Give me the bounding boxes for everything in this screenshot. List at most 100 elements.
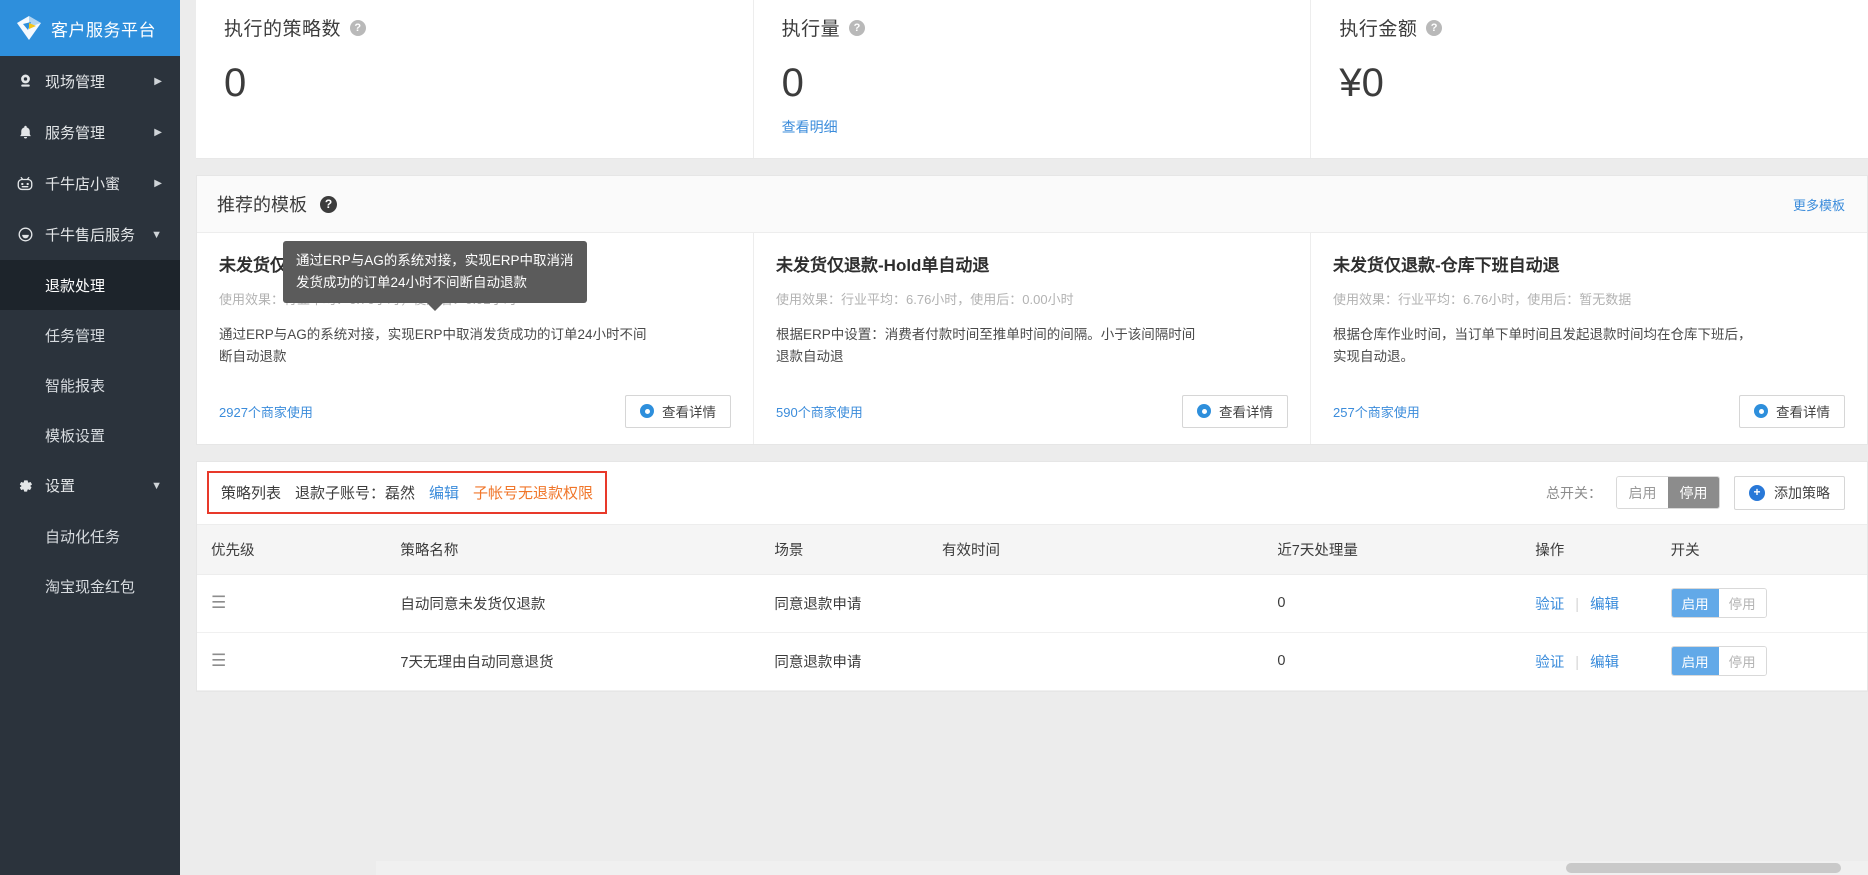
view-detail-button[interactable]: 查看详情	[625, 394, 731, 428]
stat-value: 0	[224, 61, 247, 105]
row-switch-disable[interactable]: 停用	[1718, 589, 1766, 618]
table-header-row: 优先级 策略名称 场景 有效时间 近7天处理量 操作 开关	[197, 523, 1867, 575]
app-root: 客户服务平台 现场管理 ▶ 服务管理 ▶ 千牛店小蜜 ▶ 千牛售后服务 ▼ 退款…	[0, 0, 1868, 875]
stat-title: 执行量	[781, 19, 841, 40]
master-switch-disable[interactable]: 停用	[1668, 477, 1719, 509]
more-templates-link[interactable]: 更多模板	[1793, 195, 1845, 214]
tooltip-line-1: 通过ERP与AG的系统对接，实现ERP中取消消	[296, 253, 574, 268]
verify-link[interactable]: 验证	[1535, 655, 1564, 671]
column-header-valid-time: 有效时间	[932, 523, 1268, 575]
row-switch-enable[interactable]: 启用	[1671, 589, 1719, 618]
sidebar-item-site-management[interactable]: 现场管理 ▶	[0, 56, 180, 107]
sidebar-item-label: 设置	[45, 478, 76, 495]
shield-icon	[15, 225, 35, 245]
template-card[interactable]: 未发货仅退款-Hold单自动退 使用效果：行业平均：6.76小时，使用后：0.0…	[753, 233, 1310, 444]
cell-scene: 同意退款申请	[764, 574, 933, 633]
strategy-list-header-highlight: 策略列表 退款子账号：磊然 编辑 子帐号无退款权限	[207, 471, 608, 515]
user-circle-icon	[15, 72, 35, 92]
template-users-count[interactable]: 257个商家使用	[1333, 402, 1420, 421]
strategy-list-panel: 策略列表 退款子账号：磊然 编辑 子帐号无退款权限 总开关： 启用 停用 + 添…	[196, 460, 1868, 692]
chevron-down-icon: ▼	[151, 479, 162, 492]
template-users-count[interactable]: 590个商家使用	[776, 402, 863, 421]
horizontal-scrollbar[interactable]	[376, 861, 1868, 875]
column-header-priority: 优先级	[197, 523, 391, 575]
edit-subaccount-link[interactable]: 编辑	[429, 482, 459, 503]
strategy-table-head: 优先级 策略名称 场景 有效时间 近7天处理量 操作 开关	[197, 523, 1867, 575]
master-switch-enable[interactable]: 启用	[1617, 477, 1668, 509]
sidebar-subitem-label: 淘宝现金红包	[45, 578, 136, 596]
cell-strategy-name: 自动同意未发货仅退款	[390, 574, 765, 633]
sidebar-item-qianniu-xiaomi[interactable]: 千牛店小蜜 ▶	[0, 158, 180, 209]
help-icon[interactable]: ?	[849, 19, 866, 36]
sidebar-subitem-task-management[interactable]: 任务管理	[0, 310, 180, 360]
chevron-right-icon: ▶	[154, 127, 162, 138]
sidebar: 客户服务平台 现场管理 ▶ 服务管理 ▶ 千牛店小蜜 ▶ 千牛售后服务 ▼ 退款…	[0, 0, 180, 875]
add-strategy-button[interactable]: + 添加策略	[1734, 475, 1845, 510]
row-switch-enable[interactable]: 启用	[1671, 647, 1719, 676]
stat-card-execution-amount: 执行金额 ? ¥0	[1310, 0, 1868, 158]
sidebar-item-label: 千牛售后服务	[45, 227, 136, 244]
table-row: ☰ 7天无理由自动同意退货 同意退款申请 0 验证 | 编辑 启用 停用	[197, 632, 1867, 691]
drag-handle-icon[interactable]: ☰	[211, 651, 226, 670]
view-detail-label: 查看详情	[1776, 405, 1830, 421]
template-footer: 590个商家使用 查看详情	[776, 369, 1288, 428]
bell-icon	[15, 123, 35, 143]
view-detail-button[interactable]: 查看详情	[1739, 394, 1845, 428]
column-header-name: 策略名称	[390, 523, 765, 575]
operations-separator: |	[1575, 654, 1580, 671]
cell-scene: 同意退款申请	[764, 632, 933, 691]
sidebar-subitem-refund-processing[interactable]: 退款处理	[0, 260, 180, 310]
sidebar-subitem-template-settings[interactable]: 模板设置	[0, 410, 180, 460]
stat-card-executed-strategies: 执行的策略数 ? 0	[196, 0, 753, 158]
sidebar-subitem-label: 自动化任务	[45, 528, 121, 546]
cell-strategy-name: 7天无理由自动同意退货	[390, 632, 765, 691]
strategy-table-body: ☰ 自动同意未发货仅退款 同意退款申请 0 验证 | 编辑 启用 停用 ☰ 7天…	[197, 574, 1867, 691]
cell-operations: 验证 | 编辑	[1525, 574, 1661, 633]
template-card[interactable]: 未发货仅退款-仓库下班自动退 使用效果：行业平均：6.76小时，使用后：暂无数据…	[1310, 233, 1867, 444]
template-description: 通过ERP与AG的系统对接，实现ERP中取消发货成功的订单24小时不间断自动退款	[219, 327, 647, 365]
edit-link[interactable]: 编辑	[1590, 597, 1619, 613]
help-icon[interactable]: ?	[320, 195, 337, 213]
template-card[interactable]: 未发货仅退款-ERP取消发货自动退 使用效果：行业平均：6.76小时，使用后：0…	[197, 233, 753, 444]
sidebar-subitem-smart-report[interactable]: 智能报表	[0, 360, 180, 410]
template-effect: 使用效果：行业平均：6.76小时，使用后：暂无数据	[1333, 292, 1632, 307]
cell-volume: 0	[1267, 632, 1526, 691]
help-icon[interactable]: ?	[1426, 19, 1443, 36]
sidebar-item-service-management[interactable]: 服务管理 ▶	[0, 107, 180, 158]
sidebar-item-label: 服务管理	[45, 125, 106, 142]
sidebar-subitem-label: 退款处理	[45, 277, 106, 295]
help-icon[interactable]: ?	[350, 19, 367, 36]
template-name: 未发货仅退款-Hold单自动退	[776, 256, 990, 275]
refund-subaccount-label: 退款子账号：磊然	[295, 485, 416, 503]
sidebar-subitem-label: 智能报表	[45, 377, 106, 395]
edit-link[interactable]: 编辑	[1590, 655, 1619, 671]
template-footer: 257个商家使用 查看详情	[1333, 369, 1845, 428]
template-users-count[interactable]: 2927个商家使用	[219, 402, 313, 421]
template-footer: 2927个商家使用 查看详情	[219, 369, 731, 428]
templates-title: 推荐的模板	[217, 195, 307, 215]
sidebar-subitem-automation-task[interactable]: 自动化任务	[0, 511, 180, 561]
eye-icon	[640, 404, 654, 419]
sidebar-item-qianniu-aftersales[interactable]: 千牛售后服务 ▼	[0, 209, 180, 260]
stat-value: 0	[781, 61, 804, 105]
plus-icon: +	[1749, 484, 1765, 501]
tooltip-line-2: 发货成功的订单24小时不间断自动退款	[296, 274, 528, 290]
brand-header: 客户服务平台	[0, 0, 180, 56]
row-switch-toggle[interactable]: 启用 停用	[1670, 588, 1767, 619]
sidebar-item-settings[interactable]: 设置 ▼	[0, 460, 180, 511]
verify-link[interactable]: 验证	[1535, 597, 1564, 613]
drag-handle-icon[interactable]: ☰	[211, 593, 226, 612]
template-name: 未发货仅退款-仓库下班自动退	[1333, 256, 1560, 275]
templates-body: 未发货仅退款-ERP取消发货自动退 使用效果：行业平均：6.76小时，使用后：0…	[197, 233, 1867, 444]
row-switch-toggle[interactable]: 启用 停用	[1670, 646, 1767, 677]
scrollbar-thumb[interactable]	[1566, 863, 1841, 873]
view-detail-button[interactable]: 查看详情	[1182, 394, 1288, 428]
cell-priority: ☰	[197, 632, 391, 691]
eye-icon	[1197, 404, 1211, 419]
stat-title: 执行金额	[1339, 19, 1418, 40]
view-details-link[interactable]: 查看明细	[782, 117, 838, 137]
diamond-logo-icon	[16, 15, 42, 41]
sidebar-subitem-taobao-cash-redpacket[interactable]: 淘宝现金红包	[0, 561, 180, 611]
row-switch-disable[interactable]: 停用	[1718, 647, 1766, 676]
master-switch-toggle[interactable]: 启用 停用	[1616, 476, 1720, 510]
